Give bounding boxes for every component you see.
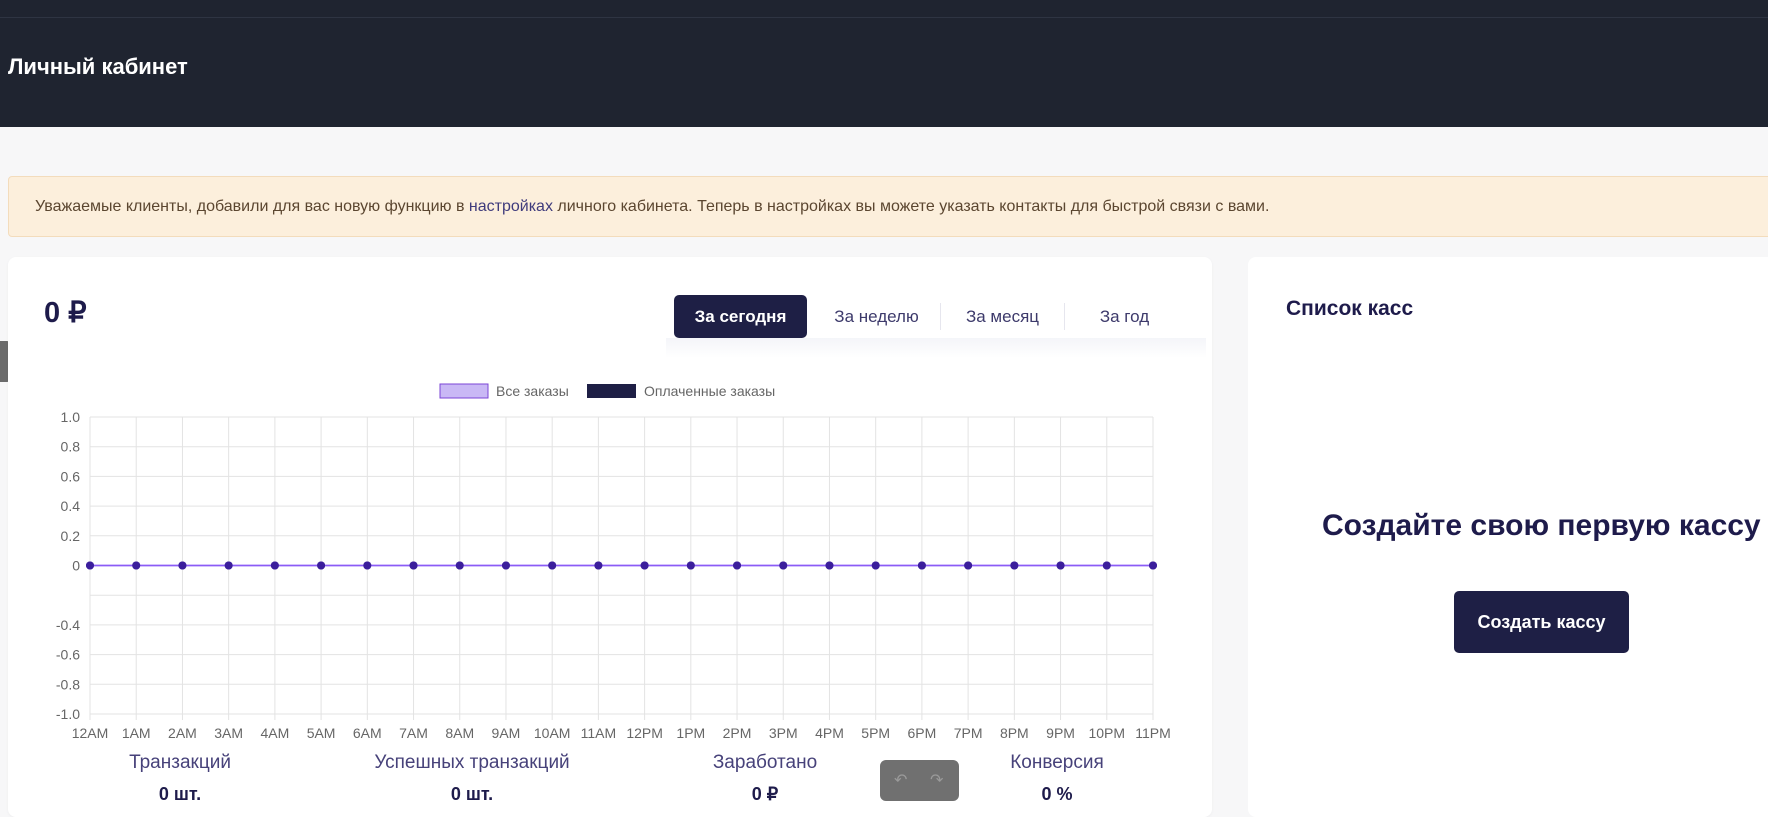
legend-label-paid-orders: Оплаченные заказы (644, 383, 775, 399)
kassa-empty-message: Создайте свою первую кассу (1322, 509, 1761, 542)
data-point (132, 561, 141, 570)
data-point (178, 561, 187, 570)
x-tick-label: 3AM (214, 725, 243, 741)
page-title: Личный кабинет (8, 54, 188, 79)
x-tick-label: 5PM (861, 725, 890, 741)
data-point (825, 561, 834, 570)
legend-label-all-orders: Все заказы (496, 383, 569, 399)
orders-line-chart: 1.0 0.8 0.6 0.4 0.2 0 -0.4 -0.6 -0.8 -1.0 12AM 1AM 2… (56, 383, 1171, 741)
x-tick-label: 12AM (72, 725, 109, 741)
x-tick-label: 11AM (581, 725, 617, 741)
redo-icon[interactable]: ↷ (930, 770, 943, 790)
stat-successful-transactions: Успешных транзакций 0 шт. (362, 752, 582, 805)
data-point (733, 561, 742, 570)
create-kassa-button[interactable]: Создать кассу (1454, 591, 1629, 653)
data-point (917, 561, 926, 570)
x-tick-label: 5AM (307, 725, 336, 741)
data-point (871, 561, 880, 570)
announcement-text-after: личного кабинета. Теперь в настройках вы… (552, 198, 1270, 215)
x-tick-label: 8AM (445, 725, 474, 741)
data-point (455, 561, 464, 570)
legend-swatch-all-orders (439, 383, 489, 399)
undo-redo-toolbar: ↶ ↷ (880, 760, 959, 801)
data-point (1010, 561, 1019, 570)
y-tick-label: 0.8 (61, 439, 81, 455)
x-tick-label: 4AM (260, 725, 289, 741)
y-tick-label: 0.2 (61, 528, 81, 544)
kassa-list-card: Список касс Создайте свою первую кассу С… (1248, 257, 1768, 817)
stat-label: Заработано (712, 752, 818, 773)
data-point (270, 561, 279, 570)
y-tick-label: -0.6 (56, 647, 80, 663)
x-tick-label: 11PM (1135, 725, 1171, 741)
data-point (1149, 561, 1157, 570)
x-tick-label: 6AM (353, 725, 382, 741)
stat-value: 0 шт. (158, 784, 202, 804)
legend-swatch-paid-orders (587, 384, 636, 398)
data-point (363, 561, 372, 570)
data-point (779, 561, 788, 570)
y-tick-label: 0.4 (61, 498, 81, 514)
stat-value: 0 % (1041, 784, 1073, 804)
y-tick-label: 0 (72, 558, 80, 574)
data-point (686, 561, 695, 570)
y-tick-label: -0.4 (56, 617, 80, 633)
stat-conversion: Конверсия 0 % (947, 752, 1167, 805)
x-tick-label: 9PM (1046, 725, 1075, 741)
data-point (86, 561, 94, 570)
x-tick-label: 9AM (492, 725, 521, 741)
data-point (501, 561, 510, 570)
tab-year[interactable]: За год (1065, 295, 1184, 338)
x-tick-label: 6PM (908, 725, 937, 741)
tab-week[interactable]: За неделю (813, 295, 940, 338)
data-point (1056, 561, 1065, 570)
stat-value: 0 шт. (450, 784, 494, 804)
data-point (594, 561, 603, 570)
data-point (548, 561, 557, 570)
x-tick-label: 3PM (769, 725, 798, 741)
stat-label: Транзакций (129, 752, 231, 773)
stat-label: Конверсия (1010, 752, 1104, 773)
x-tick-label: 7AM (399, 725, 428, 741)
top-header: Личный кабинет (0, 0, 1768, 127)
tabs-shadow (666, 338, 1206, 358)
stat-value: 0 ₽ (751, 784, 779, 804)
y-tick-label: 1.0 (61, 409, 81, 425)
announcement-text-before: Уважаемые клиенты, добавили для вас нову… (35, 198, 469, 215)
period-tabs: За сегодня За неделю За месяц За год (666, 295, 1206, 358)
x-tick-label: 1PM (676, 725, 705, 741)
x-tick-label: 10PM (1088, 725, 1125, 741)
tab-month[interactable]: За месяц (941, 295, 1064, 338)
x-tick-label: 7PM (954, 725, 983, 741)
stat-transactions: Транзакций 0 шт. (70, 752, 290, 805)
data-point (409, 561, 418, 570)
x-tick-label: 2PM (723, 725, 752, 741)
undo-icon[interactable]: ↶ (894, 770, 907, 790)
total-amount: 0 ₽ (44, 297, 87, 329)
y-tick-label: 0.6 (61, 468, 81, 484)
x-tick-label: 4PM (815, 725, 844, 741)
data-point (1102, 561, 1111, 570)
y-tick-label: -0.8 (56, 676, 80, 692)
tab-today[interactable]: За сегодня (674, 295, 807, 338)
header-divider (0, 17, 1768, 18)
data-point (224, 561, 233, 570)
x-tick-label: 2AM (168, 725, 197, 741)
stat-label: Успешных транзакций (374, 752, 570, 773)
data-point (964, 561, 973, 570)
stat-earned: Заработано 0 ₽ (655, 752, 875, 805)
x-tick-label: 12PM (626, 725, 663, 741)
data-point (640, 561, 649, 570)
settings-link[interactable]: настройках (469, 198, 553, 215)
kassa-list-title: Список касс (1286, 297, 1414, 320)
statistics-card: 0 ₽ За сегодня За неделю За месяц За год… (8, 257, 1212, 817)
y-tick-label: -1.0 (56, 706, 80, 722)
x-tick-label: 8PM (1000, 725, 1029, 741)
x-tick-label: 10AM (534, 725, 571, 741)
x-tick-label: 1AM (122, 725, 151, 741)
announcement-banner: Уважаемые клиенты, добавили для вас нову… (8, 176, 1768, 237)
data-point (317, 561, 326, 570)
